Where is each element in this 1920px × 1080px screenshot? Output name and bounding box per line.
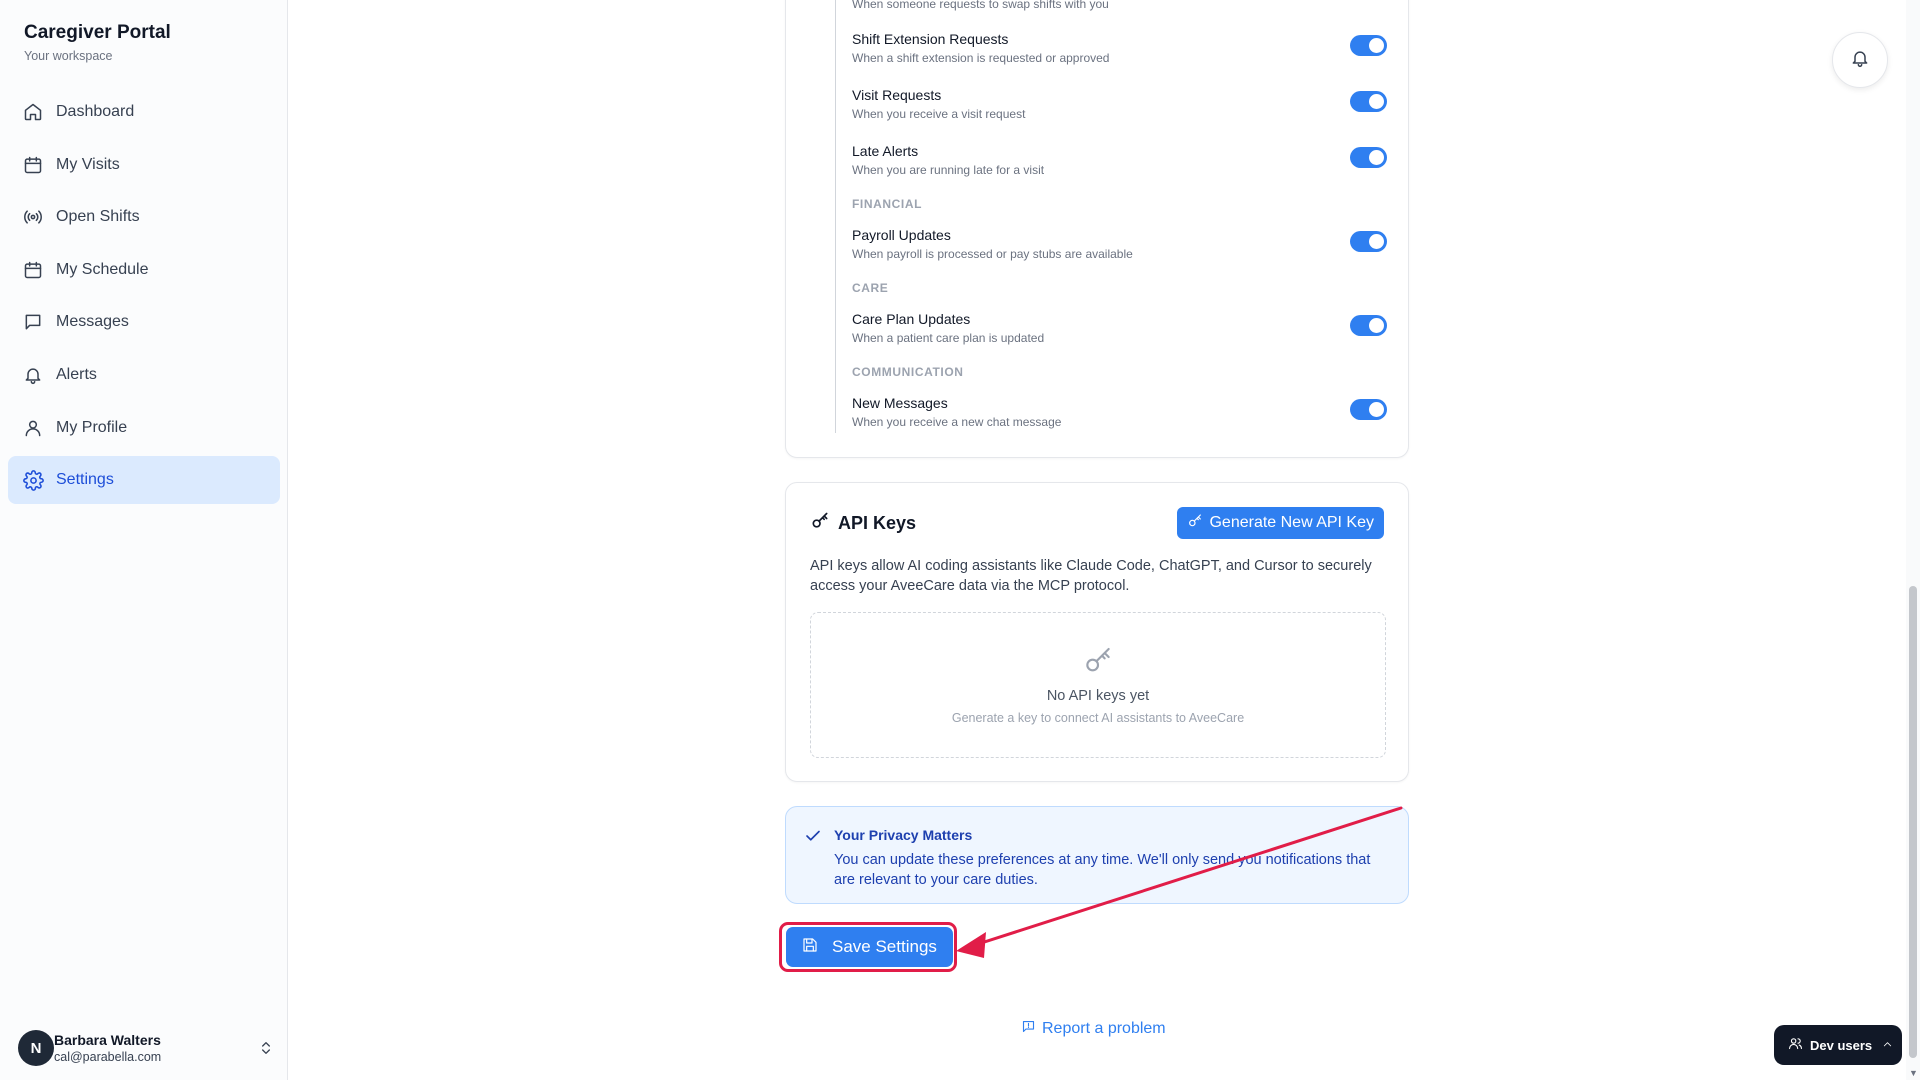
save-settings-label: Save Settings — [832, 937, 937, 956]
notification-desc: When a shift extension is requested or a… — [852, 51, 1110, 65]
user-info: Barbara Walters cal@parabella.com — [54, 1032, 258, 1064]
notification-title: Visit Requests — [852, 87, 942, 103]
api-keys-title: API Keys — [838, 513, 917, 533]
notification-title: Shift Extension Requests — [852, 31, 1009, 47]
new-messages-toggle[interactable] — [1350, 399, 1387, 420]
user-name: Barbara Walters — [54, 1032, 161, 1048]
sidebar-item-open-shifts[interactable]: Open Shifts — [8, 193, 280, 241]
app-subtitle: Your workspace — [24, 49, 113, 63]
user-email: cal@parabella.com — [54, 1050, 162, 1064]
sidebar-item-label: Open Shifts — [56, 208, 140, 226]
notification-row-payroll: Payroll Updates When payroll is processe… — [852, 227, 1387, 261]
check-icon — [804, 827, 822, 850]
notifications-button[interactable] — [1832, 32, 1888, 88]
shift-extension-toggle[interactable] — [1350, 35, 1387, 56]
app-title: Caregiver Portal — [24, 22, 171, 43]
generate-api-key-button[interactable]: Generate New API Key — [1177, 507, 1384, 539]
privacy-text: You can update these preferences at any … — [834, 852, 1371, 888]
notification-desc: When a patient care plan is updated — [852, 331, 1045, 345]
sidebar-item-label: Settings — [56, 471, 114, 489]
sidebar-item-label: Alerts — [56, 365, 97, 383]
chevron-up-down-icon[interactable] — [258, 1040, 274, 1056]
notification-row-new-messages: New Messages When you receive a new chat… — [852, 395, 1387, 429]
sidebar-item-label: My Visits — [56, 155, 120, 173]
sidebar-item-my-profile[interactable]: My Profile — [8, 404, 280, 452]
notification-desc: When you are running late for a visit — [852, 163, 1045, 177]
sidebar-item-my-schedule[interactable]: My Schedule — [8, 246, 280, 294]
home-icon — [22, 101, 44, 123]
payroll-updates-toggle[interactable] — [1350, 231, 1387, 252]
notification-preferences-card: When someone requests to swap shifts wit… — [785, 0, 1409, 458]
flag-icon — [1021, 1019, 1042, 1039]
notification-desc: When you receive a new chat message — [852, 415, 1062, 429]
broadcast-icon — [22, 206, 44, 228]
chevron-up-icon — [1882, 1038, 1893, 1053]
notification-title: Care Plan Updates — [852, 311, 971, 327]
notification-desc: When someone requests to swap shifts wit… — [852, 0, 1109, 11]
users-icon — [1788, 1036, 1803, 1054]
section-label-care: CARE — [852, 281, 889, 295]
notification-row-care-plan: Care Plan Updates When a patient care pl… — [852, 311, 1387, 345]
privacy-notice: Your Privacy Matters You can update thes… — [785, 806, 1409, 904]
dev-users-label: Dev users — [1810, 1037, 1873, 1053]
avatar: N — [18, 1030, 54, 1066]
calendar-icon — [22, 154, 44, 176]
sidebar-item-messages[interactable]: Messages — [8, 298, 280, 346]
message-icon — [22, 311, 44, 333]
sidebar-item-alerts[interactable]: Alerts — [8, 351, 280, 399]
dev-users-button[interactable]: Dev users — [1774, 1025, 1902, 1065]
sidebar-nav: Dashboard My Visits Open Shifts My Sched… — [8, 88, 280, 509]
section-label-communication: COMMUNICATION — [852, 365, 964, 379]
report-problem-link[interactable]: Report a problem — [1021, 1019, 1166, 1039]
care-plan-toggle[interactable] — [1350, 315, 1387, 336]
bell-icon — [22, 364, 44, 386]
api-keys-card: API Keys Generate New API Key API keys a… — [785, 482, 1409, 782]
sidebar-item-my-visits[interactable]: My Visits — [8, 141, 280, 189]
empty-state-title: No API keys yet — [1046, 688, 1150, 704]
notification-title: New Messages — [852, 395, 948, 411]
page-scrollbar[interactable]: ▼ — [1906, 0, 1920, 1080]
scroll-down-arrow-icon[interactable]: ▼ — [1909, 1068, 1918, 1078]
empty-state-subtitle: Generate a key to connect AI assistants … — [951, 711, 1245, 725]
section-label-financial: FINANCIAL — [852, 197, 923, 211]
sidebar-item-label: My Schedule — [56, 260, 149, 278]
save-icon — [802, 937, 832, 958]
gear-icon — [22, 469, 44, 491]
notification-rail — [835, 0, 836, 433]
api-keys-description: API keys allow AI coding assistants like… — [810, 558, 1372, 594]
user-icon — [22, 417, 44, 439]
notification-desc: When payroll is processed or pay stubs a… — [852, 247, 1133, 261]
key-icon — [1187, 513, 1209, 534]
sidebar-item-dashboard[interactable]: Dashboard — [8, 88, 280, 136]
notification-row-shift-extension: Shift Extension Requests When a shift ex… — [852, 31, 1387, 65]
notification-row-late-alerts: Late Alerts When you are running late fo… — [852, 143, 1387, 177]
sidebar-item-label: Messages — [56, 313, 129, 331]
notification-title: Late Alerts — [852, 143, 919, 159]
user-menu[interactable]: N Barbara Walters cal@parabella.com — [18, 1022, 274, 1074]
sidebar-item-label: My Profile — [56, 418, 128, 436]
sidebar-item-label: Dashboard — [56, 103, 135, 120]
sidebar-item-settings[interactable]: Settings — [8, 456, 280, 505]
notification-row-shift-swap: When someone requests to swap shifts wit… — [852, 0, 1387, 11]
key-icon — [810, 511, 830, 536]
bell-icon — [1850, 48, 1870, 73]
api-keys-header: API Keys — [810, 511, 916, 536]
generate-api-key-label: Generate New API Key — [1209, 514, 1374, 531]
notification-row-visit-requests: Visit Requests When you receive a visit … — [852, 87, 1387, 121]
notification-desc: When you receive a visit request — [852, 107, 1026, 121]
api-keys-empty-state: No API keys yet Generate a key to connec… — [810, 612, 1386, 758]
key-icon — [811, 645, 1385, 682]
scrollbar-thumb[interactable] — [1909, 586, 1917, 1058]
privacy-title: Your Privacy Matters — [834, 827, 973, 843]
visit-requests-toggle[interactable] — [1350, 91, 1387, 112]
brand: Caregiver Portal Your workspace — [24, 22, 171, 63]
report-problem-label: Report a problem — [1042, 1020, 1166, 1037]
save-settings-button[interactable]: Save Settings — [786, 927, 953, 967]
late-alerts-toggle[interactable] — [1350, 147, 1387, 168]
sidebar: Caregiver Portal Your workspace Dashboar… — [0, 0, 288, 1080]
notification-title: Payroll Updates — [852, 227, 951, 243]
calendar-icon — [22, 259, 44, 281]
